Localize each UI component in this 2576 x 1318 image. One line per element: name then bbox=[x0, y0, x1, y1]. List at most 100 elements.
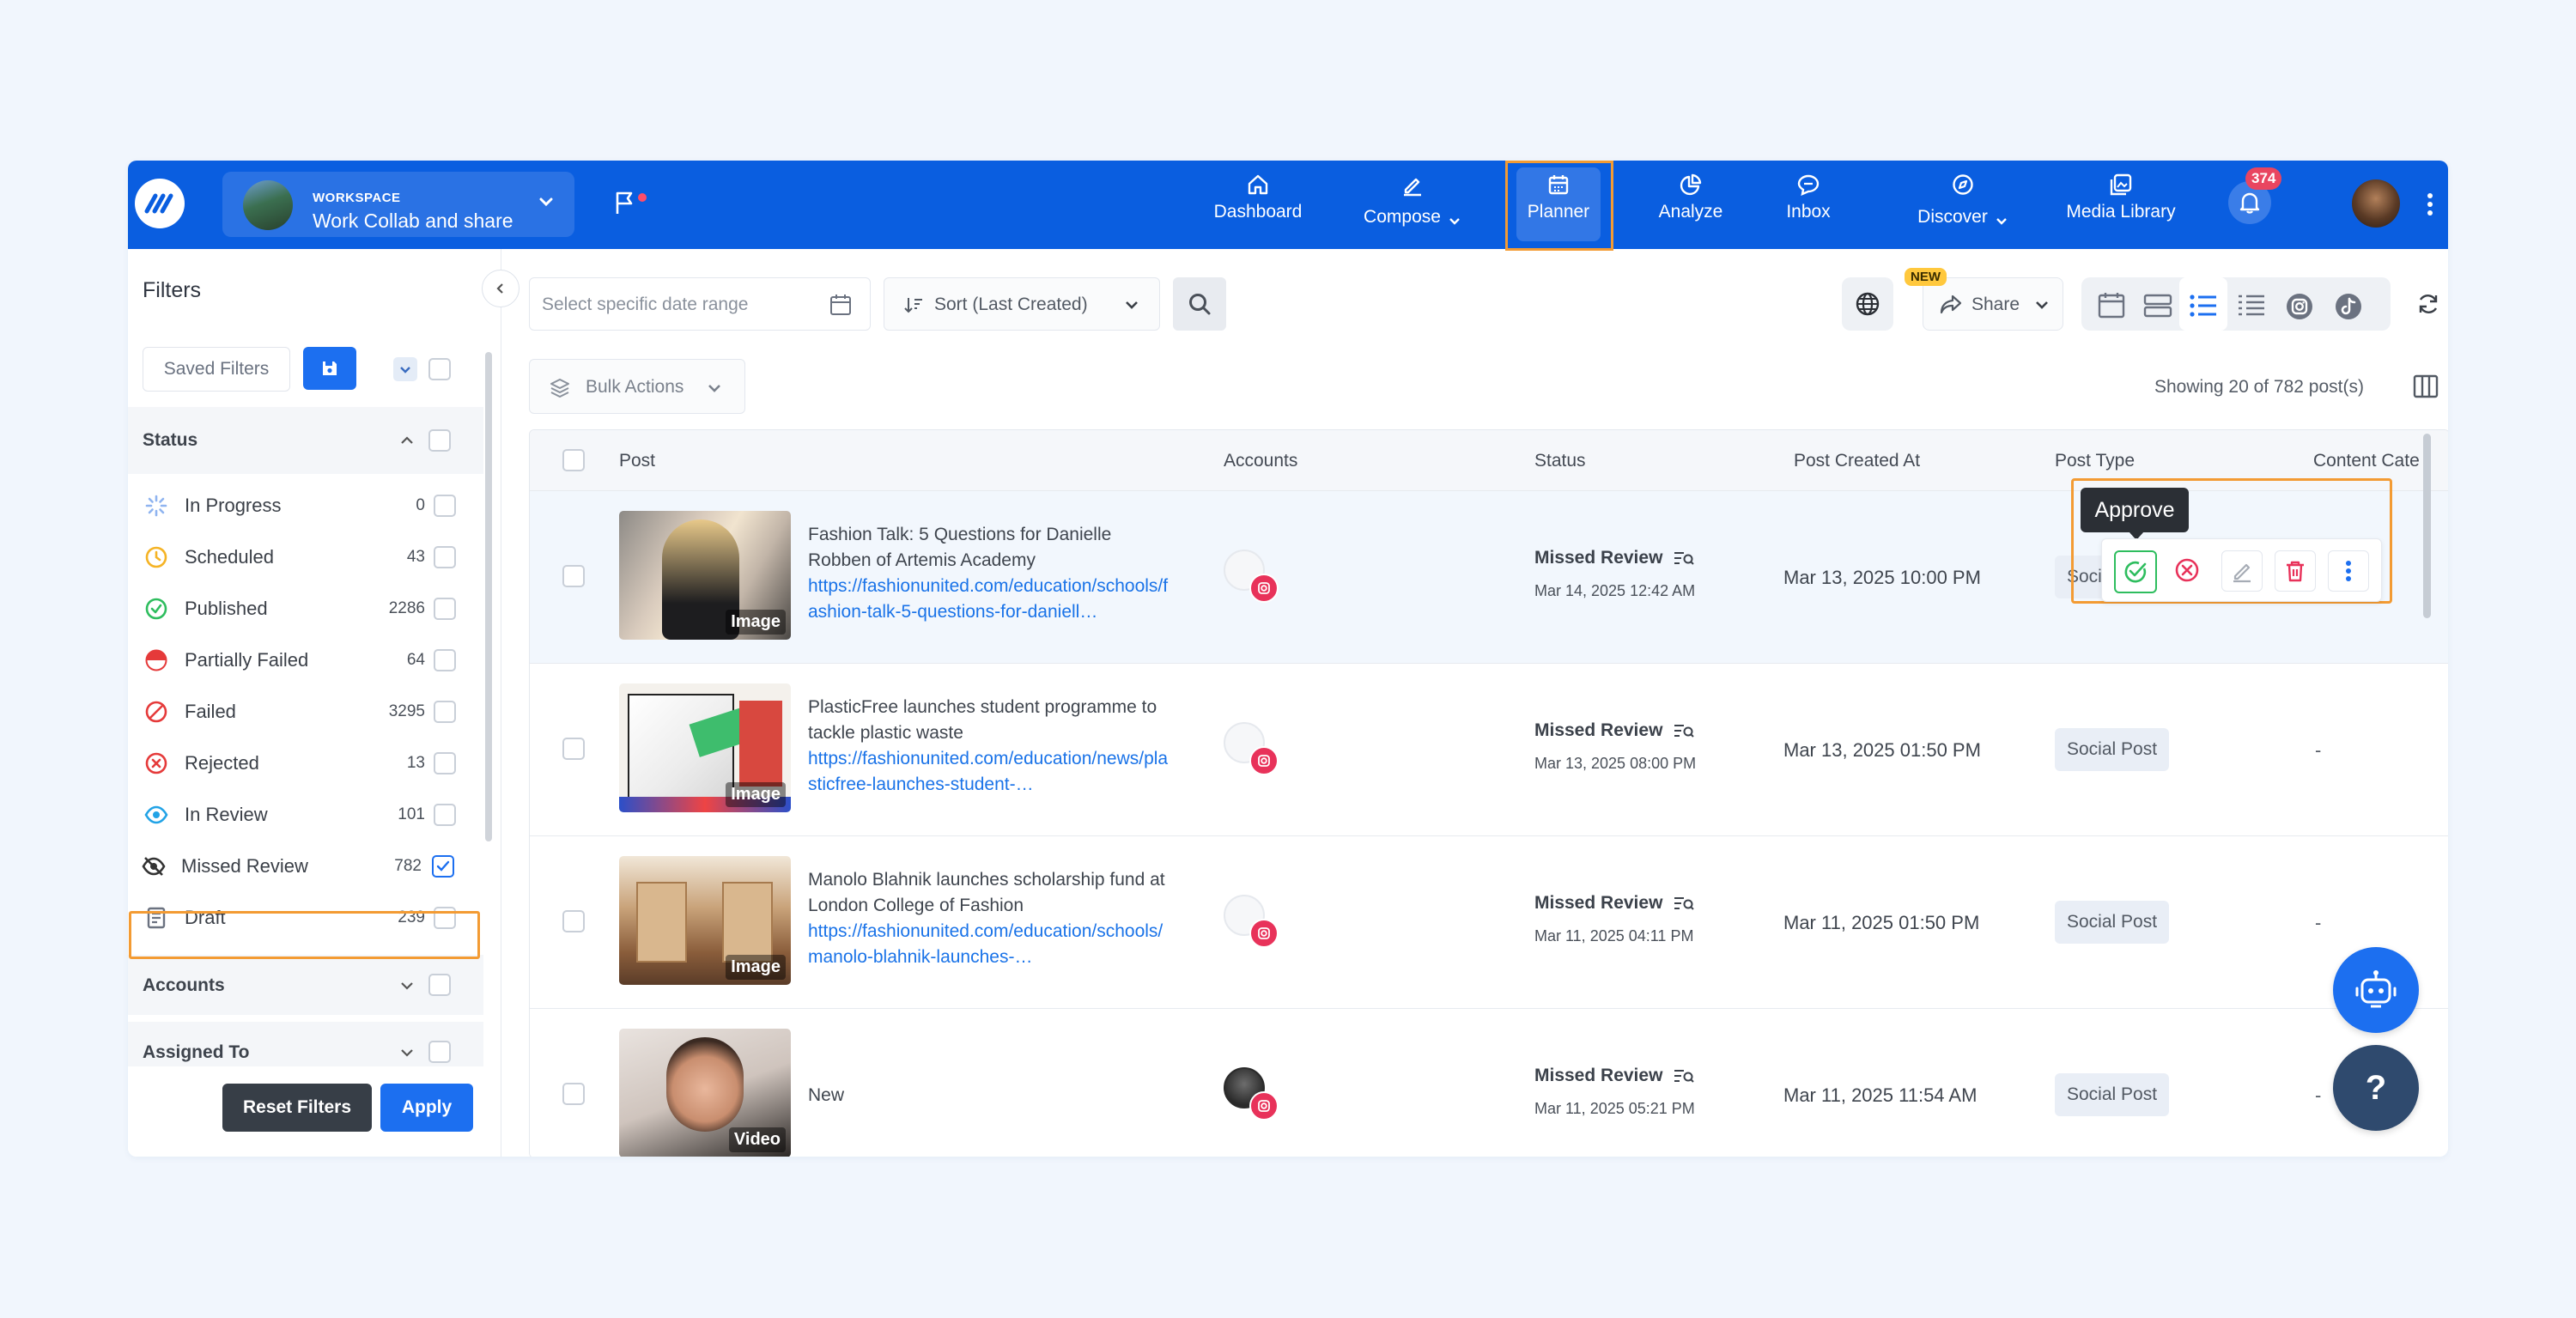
saved-filters-button[interactable]: Saved Filters bbox=[143, 347, 290, 392]
post-link[interactable]: https://fashionunited.com/education/news… bbox=[808, 746, 1169, 798]
sort-dropdown[interactable]: Sort (Last Created) bbox=[884, 277, 1160, 331]
select-all-checkbox[interactable] bbox=[428, 358, 451, 380]
status-section-header[interactable]: Status bbox=[128, 407, 483, 474]
columns-icon[interactable] bbox=[2412, 373, 2439, 400]
post-link[interactable]: https://fashionunited.com/education/scho… bbox=[808, 574, 1169, 625]
column-header-post[interactable]: Post bbox=[619, 451, 655, 471]
review-list-icon[interactable] bbox=[1673, 1067, 1695, 1084]
workspace-switcher[interactable]: WORKSPACE Work Collab and share bbox=[222, 172, 574, 237]
more-vertical-icon[interactable] bbox=[2426, 191, 2434, 217]
save-filter-button[interactable] bbox=[303, 347, 356, 390]
status-filter-scheduled[interactable]: Scheduled 43 bbox=[128, 531, 483, 583]
post-thumbnail[interactable]: Video bbox=[619, 1029, 791, 1157]
table-row[interactable]: Image PlasticFree launches student progr… bbox=[530, 663, 2448, 836]
column-header-status[interactable]: Status bbox=[1534, 451, 1586, 471]
tiktok-grid-view-icon[interactable] bbox=[2334, 292, 2363, 321]
accounts-section-header[interactable]: Accounts bbox=[128, 955, 483, 1015]
row-checkbox[interactable] bbox=[562, 1083, 585, 1105]
timezone-button[interactable] bbox=[1842, 277, 1893, 331]
status-checkbox[interactable] bbox=[434, 546, 456, 568]
status-filter-in-progress[interactable]: In Progress 0 bbox=[128, 480, 483, 531]
date-range-input[interactable]: Select specific date range bbox=[529, 277, 871, 331]
post-thumbnail[interactable]: Image bbox=[619, 856, 791, 985]
nav-analyze[interactable]: Analyze bbox=[1648, 161, 1734, 249]
column-header-post-type[interactable]: Post Type bbox=[2055, 451, 2135, 471]
nav-media-library[interactable]: Media Library bbox=[2057, 161, 2185, 249]
nav-inbox[interactable]: Inbox bbox=[1770, 161, 1847, 249]
bulk-actions-label: Bulk Actions bbox=[586, 377, 684, 397]
column-header-accounts[interactable]: Accounts bbox=[1224, 451, 1297, 471]
account-avatar[interactable] bbox=[1224, 722, 1279, 775]
row-checkbox[interactable] bbox=[562, 738, 585, 760]
select-all-rows-checkbox[interactable] bbox=[562, 449, 585, 471]
nav-discover[interactable]: Discover bbox=[1890, 161, 2036, 249]
post-type-badge: Social Post bbox=[2055, 1073, 2170, 1116]
row-checkbox[interactable] bbox=[562, 910, 585, 932]
status-checkbox[interactable] bbox=[434, 598, 456, 620]
status-checkbox[interactable] bbox=[434, 701, 456, 723]
flag-icon[interactable] bbox=[614, 190, 636, 216]
delete-button[interactable] bbox=[2275, 550, 2316, 592]
post-link[interactable]: https://fashionunited.com/education/scho… bbox=[808, 919, 1169, 970]
table-scrollbar[interactable] bbox=[2423, 434, 2431, 618]
column-header-content-category[interactable]: Content Cate bbox=[2313, 451, 2420, 471]
app-logo[interactable] bbox=[135, 179, 185, 228]
nav-compose[interactable]: Compose bbox=[1349, 161, 1476, 249]
refresh-button[interactable] bbox=[2403, 277, 2448, 331]
reset-filters-button[interactable]: Reset Filters bbox=[222, 1084, 372, 1132]
status-filter-rejected[interactable]: Rejected 13 bbox=[128, 738, 483, 789]
post-thumbnail[interactable]: Image bbox=[619, 511, 791, 640]
compact-list-view-icon[interactable] bbox=[2236, 292, 2267, 319]
status-checkbox[interactable] bbox=[434, 495, 456, 517]
status-count: 43 bbox=[406, 548, 425, 566]
status-filter-partially-failed[interactable]: Partially Failed 64 bbox=[128, 635, 483, 686]
status-checkbox[interactable] bbox=[434, 804, 456, 826]
more-options-button[interactable] bbox=[2328, 550, 2369, 592]
status-select-all-checkbox[interactable] bbox=[428, 429, 451, 452]
status-checkbox-checked[interactable] bbox=[432, 855, 454, 878]
search-button[interactable] bbox=[1173, 277, 1226, 331]
column-header-post-created-at[interactable]: Post Created At bbox=[1794, 451, 1920, 471]
bulk-actions-dropdown[interactable]: Bulk Actions bbox=[529, 359, 745, 414]
status-filter-in-review[interactable]: In Review 101 bbox=[128, 789, 483, 841]
assigned-to-checkbox[interactable] bbox=[428, 1041, 451, 1063]
user-avatar[interactable] bbox=[2352, 179, 2400, 228]
sidebar-scrollbar[interactable] bbox=[485, 352, 492, 841]
assigned-to-section-header[interactable]: Assigned To bbox=[128, 1022, 483, 1066]
status-filter-failed[interactable]: Failed 3295 bbox=[128, 686, 483, 738]
row-checkbox[interactable] bbox=[562, 565, 585, 587]
instagram-grid-view-icon[interactable] bbox=[2285, 292, 2314, 321]
review-list-icon[interactable] bbox=[1673, 722, 1695, 739]
spinner-icon bbox=[145, 495, 167, 517]
calendar-view-icon[interactable] bbox=[2096, 292, 2127, 319]
nav-compose-label: Compose bbox=[1364, 207, 1441, 227]
status-checkbox[interactable] bbox=[434, 752, 456, 774]
apply-button[interactable]: Apply bbox=[380, 1084, 473, 1132]
status-filter-missed-review[interactable]: Missed Review 782 bbox=[128, 841, 483, 892]
help-button[interactable]: ? bbox=[2333, 1045, 2419, 1131]
approve-button[interactable] bbox=[2114, 550, 2157, 593]
account-avatar[interactable] bbox=[1224, 895, 1279, 948]
status-filter-published[interactable]: Published 2286 bbox=[128, 583, 483, 635]
post-thumbnail[interactable]: Image bbox=[619, 683, 791, 812]
nav-dashboard[interactable]: Dashboard bbox=[1200, 161, 1315, 249]
review-list-icon[interactable] bbox=[1673, 550, 1695, 567]
chevron-down-icon bbox=[401, 1049, 413, 1057]
status-checkbox[interactable] bbox=[434, 649, 456, 671]
table-row[interactable]: Video New Missed Review Mar 11, 2025 05:… bbox=[530, 1008, 2448, 1157]
post-text: PlasticFree launches student programme t… bbox=[808, 695, 1169, 798]
x-circle-icon bbox=[145, 752, 167, 774]
feed-view-icon[interactable] bbox=[2142, 292, 2173, 319]
table-row[interactable]: Image Manolo Blahnik launches scholarshi… bbox=[530, 835, 2448, 1009]
account-avatar[interactable] bbox=[1224, 550, 1279, 603]
reject-button[interactable] bbox=[2167, 550, 2207, 590]
edit-button[interactable] bbox=[2221, 550, 2263, 592]
review-list-icon[interactable] bbox=[1673, 895, 1695, 912]
share-button[interactable]: Share bbox=[1923, 277, 2063, 331]
filter-dropdown-button[interactable] bbox=[393, 357, 417, 381]
accounts-checkbox[interactable] bbox=[428, 974, 451, 996]
accounts-header-label: Accounts bbox=[143, 975, 225, 995]
ai-assistant-button[interactable] bbox=[2333, 947, 2419, 1033]
list-view-icon[interactable] bbox=[2188, 292, 2219, 319]
account-avatar[interactable] bbox=[1224, 1067, 1279, 1121]
